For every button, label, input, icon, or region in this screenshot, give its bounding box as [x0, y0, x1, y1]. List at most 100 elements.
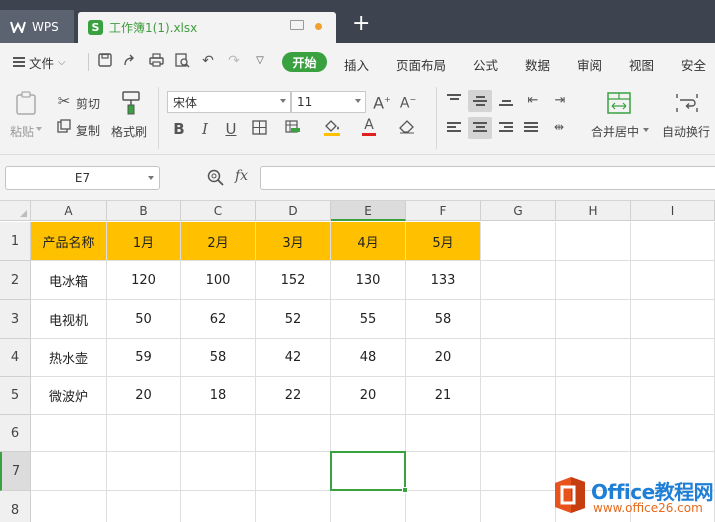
tab-page-layout[interactable]: 页面布局	[396, 55, 446, 74]
row-header-1[interactable]: 1	[0, 222, 31, 261]
align-middle-icon[interactable]	[473, 96, 487, 108]
cell-g2[interactable]	[481, 261, 556, 300]
save-icon[interactable]	[97, 53, 113, 69]
cell-b4[interactable]: 59	[107, 339, 181, 377]
cell-h1[interactable]	[556, 222, 631, 261]
cell-f5[interactable]: 21	[406, 377, 481, 415]
cell-d2[interactable]: 152	[256, 261, 331, 300]
cell-c5[interactable]: 18	[181, 377, 256, 415]
cell-b7[interactable]	[107, 452, 181, 491]
cell-a6[interactable]	[31, 415, 107, 452]
column-header-i[interactable]: I	[631, 201, 715, 221]
merge-center-icon[interactable]	[606, 92, 632, 116]
column-header-a[interactable]: A	[31, 201, 107, 221]
cell-d5[interactable]: 22	[256, 377, 331, 415]
formula-input[interactable]	[260, 166, 715, 190]
customize-dropdown-icon[interactable]: ▽	[252, 53, 268, 69]
decrease-indent-icon[interactable]: ⇤	[524, 92, 542, 110]
borders-icon[interactable]	[250, 120, 268, 139]
wrap-text-button[interactable]: 自动换行	[662, 123, 710, 140]
cell-a2[interactable]: 电冰箱	[31, 261, 107, 300]
format-painter-icon[interactable]	[118, 90, 144, 116]
cell-d1[interactable]: 3月	[256, 222, 331, 261]
align-right-icon[interactable]	[499, 122, 513, 134]
cell-g3[interactable]	[481, 300, 556, 339]
fill-color-icon[interactable]	[322, 119, 342, 140]
tab-security[interactable]: 安全	[681, 55, 706, 74]
cell-e4[interactable]: 48	[331, 339, 406, 377]
wrap-text-icon[interactable]	[674, 92, 700, 116]
underline-button[interactable]: U	[222, 120, 240, 138]
cell-e3[interactable]: 55	[331, 300, 406, 339]
increase-indent-icon[interactable]: ⇥	[551, 92, 569, 110]
undo-icon[interactable]: ↶	[200, 53, 216, 69]
merge-center-button[interactable]: 合并居中	[591, 123, 639, 140]
file-menu[interactable]: 文件 ⌵	[13, 53, 66, 72]
cell-h5[interactable]	[556, 377, 631, 415]
font-color-icon[interactable]: A	[360, 118, 378, 136]
column-header-c[interactable]: C	[181, 201, 256, 221]
cell-d3[interactable]: 52	[256, 300, 331, 339]
tab-insert[interactable]: 插入	[344, 55, 369, 74]
cell-g5[interactable]	[481, 377, 556, 415]
cell-g8[interactable]	[481, 491, 556, 522]
new-tab-button[interactable]: +	[352, 13, 370, 35]
print-preview-icon[interactable]	[174, 53, 190, 69]
cell-b5[interactable]: 20	[107, 377, 181, 415]
tab-view[interactable]: 视图	[629, 55, 654, 74]
copy-button[interactable]: 复制	[76, 122, 100, 139]
document-tab[interactable]: S 工作簿1(1).xlsx	[78, 12, 336, 43]
cell-g1[interactable]	[481, 222, 556, 261]
cell-b8[interactable]	[107, 491, 181, 522]
column-header-e[interactable]: E	[331, 201, 406, 221]
cell-e6[interactable]	[331, 415, 406, 452]
cell-g4[interactable]	[481, 339, 556, 377]
insert-function-button[interactable]: fx	[235, 168, 248, 184]
cell-c4[interactable]: 58	[181, 339, 256, 377]
cell-h2[interactable]	[556, 261, 631, 300]
share-icon[interactable]	[122, 53, 138, 69]
cell-f6[interactable]	[406, 415, 481, 452]
align-bottom-icon[interactable]	[499, 100, 513, 108]
copy-icon[interactable]	[56, 119, 72, 137]
tab-review[interactable]: 审阅	[577, 55, 602, 74]
column-header-d[interactable]: D	[256, 201, 331, 221]
column-header-g[interactable]: G	[481, 201, 556, 221]
scissors-icon[interactable]: ✂	[56, 92, 72, 110]
column-header-b[interactable]: B	[107, 201, 181, 221]
bold-button[interactable]: B	[170, 120, 188, 138]
align-center-icon[interactable]	[473, 122, 487, 134]
name-box[interactable]: E7	[5, 166, 160, 190]
cell-a8[interactable]	[31, 491, 107, 522]
wps-home-tab[interactable]: WPS	[0, 10, 74, 43]
cell-c3[interactable]: 62	[181, 300, 256, 339]
print-icon[interactable]	[148, 53, 164, 69]
eraser-icon[interactable]	[398, 119, 416, 138]
cell-style-icon[interactable]	[284, 120, 302, 139]
cell-d6[interactable]	[256, 415, 331, 452]
cell-c8[interactable]	[181, 491, 256, 522]
zoom-icon[interactable]	[207, 169, 224, 190]
cell-f2[interactable]: 133	[406, 261, 481, 300]
cell-a3[interactable]: 电视机	[31, 300, 107, 339]
paste-label[interactable]: 粘贴	[10, 123, 34, 140]
row-header-5[interactable]: 5	[0, 377, 31, 415]
cell-a4[interactable]: 热水壶	[31, 339, 107, 377]
italic-button[interactable]: I	[196, 120, 214, 138]
justify-icon[interactable]	[524, 122, 538, 134]
row-header-7[interactable]: 7	[0, 452, 31, 491]
cell-d7[interactable]	[256, 452, 331, 491]
tab-start[interactable]: 开始	[282, 52, 327, 72]
paste-icon[interactable]	[14, 91, 38, 117]
font-name-combobox[interactable]: 宋体	[167, 91, 291, 113]
cell-f7[interactable]	[406, 452, 481, 491]
cell-h4[interactable]	[556, 339, 631, 377]
cell-b1[interactable]: 1月	[107, 222, 181, 261]
cell-i1[interactable]	[631, 222, 715, 261]
cell-c1[interactable]: 2月	[181, 222, 256, 261]
tab-formulas[interactable]: 公式	[473, 55, 498, 74]
cell-c2[interactable]: 100	[181, 261, 256, 300]
cell-b3[interactable]: 50	[107, 300, 181, 339]
cell-f3[interactable]: 58	[406, 300, 481, 339]
font-size-combobox[interactable]: 11	[291, 91, 366, 113]
